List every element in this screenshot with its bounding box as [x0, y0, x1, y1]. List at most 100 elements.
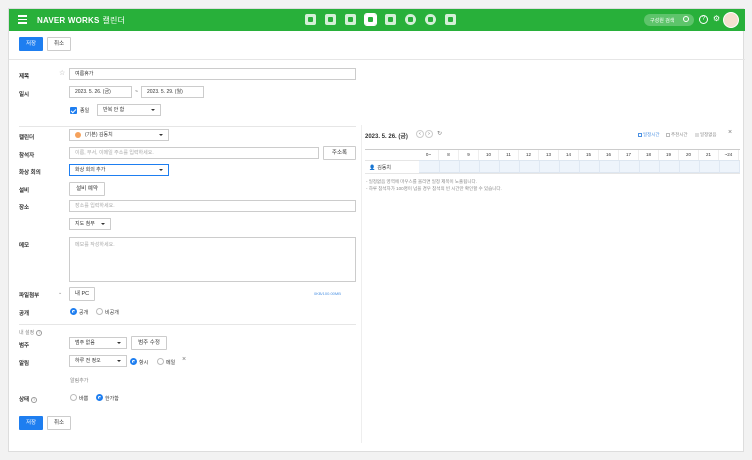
location-label: 장소 [19, 205, 30, 211]
message-icon[interactable] [325, 14, 336, 25]
datetime-label: 일시 [19, 92, 30, 98]
category-edit-button[interactable]: 범주 수정 [131, 336, 167, 350]
category-label: 범주 [19, 343, 30, 349]
help-icon[interactable]: ? [31, 396, 38, 403]
timeline-hour: 18 [639, 150, 659, 160]
map-attach-label: 지도 첨부 [75, 221, 95, 227]
home-icon[interactable] [305, 14, 316, 25]
save-button-top[interactable]: 저장 [19, 37, 43, 51]
status-free-radio[interactable] [96, 394, 103, 401]
legend-busy: 일정시간 [638, 132, 660, 138]
refresh-icon[interactable]: ↻ [437, 130, 442, 137]
timeline-hour: 8 [439, 150, 459, 160]
help-icon[interactable]: ? [699, 15, 708, 24]
attendees-input[interactable]: 이름, 부서, 이메일 주소를 입력하세요. [69, 147, 319, 159]
member-search-label: 구성원 검색 [650, 18, 675, 24]
next-day-icon[interactable]: › [425, 130, 433, 138]
timeline-hour: 11 [499, 150, 519, 160]
file-quota: 0KB/100.00MB [314, 291, 341, 296]
status-busy-radio[interactable] [70, 394, 77, 401]
brand[interactable]: NAVER WORKS 캘린더 [37, 15, 125, 26]
facility-label: 설비 [19, 188, 30, 194]
my-pc-button[interactable]: 내 PC [69, 287, 95, 301]
legend-recommended-swatch [666, 132, 670, 137]
memo-textarea[interactable]: 메모를 작성하세요. [69, 237, 356, 282]
help-icon[interactable]: ? [36, 329, 43, 336]
my-settings-label: 내 설정? [19, 329, 43, 336]
chevron-down-icon[interactable]: ⌄ [58, 290, 62, 296]
timeline-row[interactable] [419, 160, 740, 174]
category-value: 범주 없음 [75, 340, 95, 346]
chevron-down-icon [159, 169, 163, 171]
alarm-mail-radio[interactable] [157, 358, 164, 365]
repeat-select[interactable]: 반복 안 함 [97, 104, 161, 116]
file-label: 파일첨부 [19, 293, 40, 299]
member-search[interactable]: 구성원 검색 [644, 14, 694, 26]
public-radio[interactable] [70, 308, 77, 315]
star-icon[interactable]: ☆ [59, 69, 65, 77]
address-book-button[interactable]: 주소록 [323, 146, 356, 160]
calendar-color-icon [75, 132, 81, 138]
alarm-add-link[interactable]: 알림추가 [70, 377, 88, 384]
legend-busy-text: 일정시간 [643, 132, 660, 137]
timeline-hour: 15 [579, 150, 599, 160]
prev-day-icon[interactable]: ‹ [416, 130, 424, 138]
gear-icon[interactable]: ⚙ [712, 15, 721, 24]
app-name: 캘린더 [102, 16, 126, 25]
video-select[interactable]: 화상 회의 추가 [69, 164, 169, 176]
menu-icon[interactable] [18, 15, 27, 24]
avatar[interactable] [723, 12, 739, 28]
person-name: 김동치 [377, 165, 392, 171]
alarm-always-label: 항시 [139, 360, 149, 366]
allday-checkbox[interactable] [70, 107, 77, 114]
cancel-button[interactable]: 취소 [47, 416, 71, 430]
public-label: 공개 [19, 311, 30, 317]
timeline-hour: 20 [679, 150, 699, 160]
app-frame: NAVER WORKS 캘린더 구성원 검색 ? ⚙ 저장 취소 제목 ☆ 여름휴… [8, 8, 745, 452]
panel-divider [361, 125, 362, 443]
category-select[interactable]: 범주 없음 [69, 337, 127, 349]
repeat-value: 반복 안 함 [103, 107, 125, 113]
timeline-hour: ~24 [719, 150, 739, 160]
calendar-select[interactable]: (기본) 김동치 [69, 129, 169, 141]
title-input[interactable]: 여름휴가 [69, 68, 356, 80]
map-attach-select[interactable]: 지도 첨부 [69, 218, 111, 230]
location-input[interactable]: 장소를 입력하세요. [69, 200, 356, 212]
title-label: 제목 [19, 74, 30, 80]
alarm-always-radio[interactable] [130, 358, 137, 365]
timeline-hour: 14 [559, 150, 579, 160]
facility-button[interactable]: 설비 예약 [69, 182, 105, 196]
timeline-note-2: - 하루 참석자가 100명이 넘을 경우 참석의 빈 시간만 확인할 수 있습… [366, 186, 502, 191]
allday-label: 종일 [80, 108, 90, 114]
drive-icon[interactable] [405, 14, 416, 25]
status-label: 상태? [19, 395, 38, 403]
timeline-hour: 19 [659, 150, 679, 160]
divider [19, 324, 356, 325]
start-date-input[interactable]: 2023. 5. 26. (금) [69, 86, 132, 98]
date-separator: ~ [135, 89, 138, 95]
calendar-label: 캘린더 [19, 135, 35, 141]
legend-recommended: 추천시간 [666, 132, 688, 138]
alarm-select[interactable]: 하루 전 정오 [69, 355, 127, 367]
calendar-icon[interactable] [364, 13, 377, 26]
attendees-label: 참석자 [19, 153, 35, 159]
timeline-hour: 10 [479, 150, 499, 160]
form-icon[interactable] [445, 14, 456, 25]
alarm-value: 하루 전 정오 [75, 358, 101, 364]
cancel-button-top[interactable]: 취소 [47, 37, 71, 51]
close-icon[interactable]: × [728, 129, 732, 136]
legend-recommended-text: 추천시간 [671, 132, 688, 137]
contacts-icon[interactable] [385, 14, 396, 25]
top-bar: NAVER WORKS 캘린더 구성원 검색 ? ⚙ [9, 9, 745, 31]
legend-busy-swatch [638, 132, 642, 137]
close-icon[interactable]: × [182, 356, 186, 363]
save-button[interactable]: 저장 [19, 416, 43, 430]
chevron-down-icon [151, 109, 155, 111]
task-icon[interactable] [425, 14, 436, 25]
alarm-mail-label: 메일 [166, 360, 176, 366]
mail-icon[interactable] [345, 14, 356, 25]
timeline-hour: 17 [619, 150, 639, 160]
end-date-input[interactable]: 2023. 5. 29. (월) [141, 86, 204, 98]
private-option: 비공개 [105, 310, 119, 316]
private-radio[interactable] [96, 308, 103, 315]
